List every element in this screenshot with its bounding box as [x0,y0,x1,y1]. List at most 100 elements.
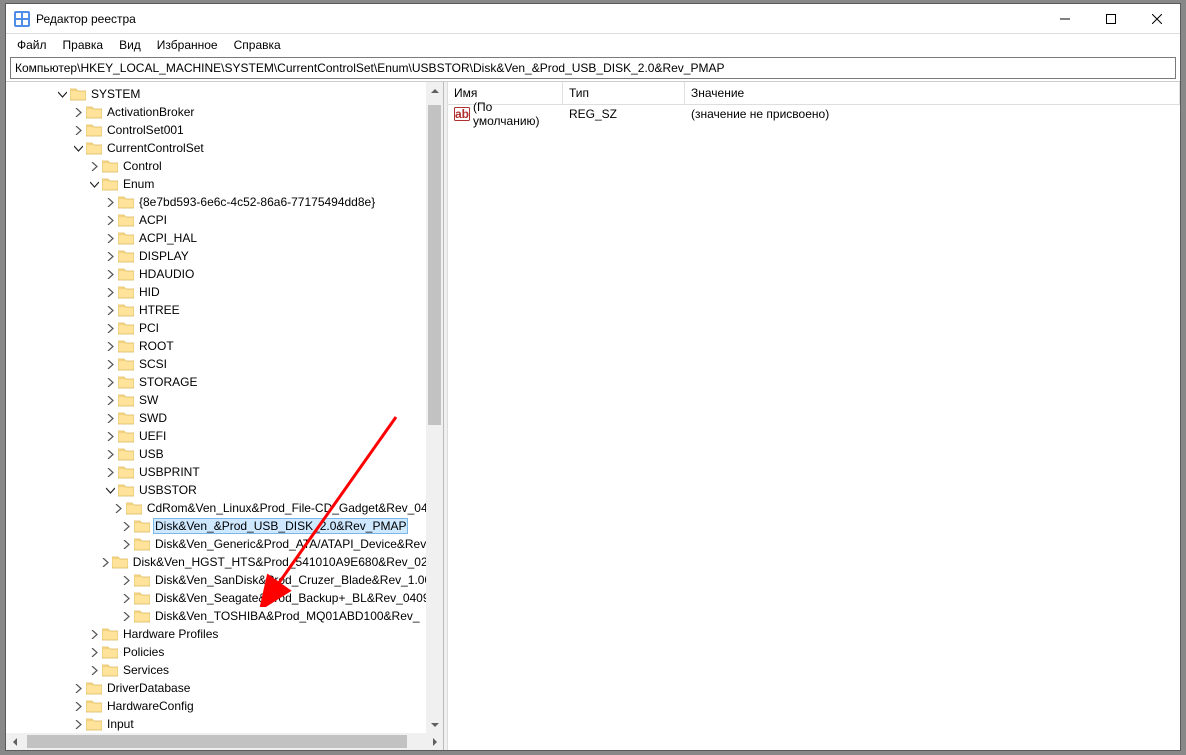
tree-node[interactable]: DISPLAY [6,247,443,265]
tree-vscrollbar[interactable] [426,82,443,733]
tree-node[interactable]: {8e7bd593-6e6c-4c52-86a6-77175494dd8e} [6,193,443,211]
tree-node[interactable]: Disk&Ven_Seagate&Prod_Backup+_BL&Rev_040… [6,589,443,607]
tree-node[interactable]: Hardware Profiles [6,625,443,643]
tree-node[interactable]: SWD [6,409,443,427]
tree-hscrollbar[interactable] [6,733,443,750]
scroll-left-button[interactable] [6,733,23,750]
tree-node[interactable]: ACPI_HAL [6,229,443,247]
expand-icon[interactable] [86,644,102,660]
close-button[interactable] [1134,4,1180,34]
list-body[interactable]: (По умолчанию) REG_SZ (значение не присв… [448,105,1180,750]
expand-icon[interactable] [102,428,118,444]
expand-icon[interactable] [86,662,102,678]
tree-node[interactable]: HardwareConfig [6,697,443,715]
expand-icon[interactable] [118,518,134,534]
scroll-up-button[interactable] [426,82,443,99]
tree-node[interactable]: UEFI [6,427,443,445]
expand-icon[interactable] [99,554,112,570]
list-row[interactable]: (По умолчанию) REG_SZ (значение не присв… [448,105,1180,123]
expand-icon[interactable] [102,212,118,228]
tree-node[interactable]: HID [6,283,443,301]
menu-help[interactable]: Справка [227,36,288,54]
vscroll-thumb[interactable] [428,105,441,425]
tree-node[interactable]: SW [6,391,443,409]
tree-label: Input [105,716,136,732]
expand-icon[interactable] [70,122,86,138]
expand-icon[interactable] [70,716,86,732]
expand-icon[interactable] [102,320,118,336]
expand-icon[interactable] [102,194,118,210]
expand-icon[interactable] [118,536,134,552]
expand-icon[interactable] [102,338,118,354]
tree-usbstor[interactable]: USBSTOR [6,481,443,499]
expand-icon[interactable] [102,464,118,480]
maximize-button[interactable] [1088,4,1134,34]
tree-node[interactable]: DriverDatabase [6,679,443,697]
scroll-down-button[interactable] [426,716,443,733]
hscroll-track[interactable] [23,733,426,750]
expand-icon[interactable] [102,410,118,426]
tree-node[interactable]: HTREE [6,301,443,319]
menu-favorites[interactable]: Избранное [150,36,225,54]
expand-icon[interactable] [118,590,134,606]
expand-icon[interactable] [118,572,134,588]
tree-system[interactable]: SYSTEM [6,85,443,103]
tree-label: {8e7bd593-6e6c-4c52-86a6-77175494dd8e} [137,194,377,210]
vscroll-track[interactable] [426,99,443,716]
tree-node[interactable]: PCI [6,319,443,337]
hscroll-thumb[interactable] [27,735,407,748]
expand-icon[interactable] [102,302,118,318]
column-value[interactable]: Значение [685,82,1180,104]
folder-icon [86,698,102,714]
menu-edit[interactable]: Правка [56,36,111,54]
expand-icon[interactable] [102,230,118,246]
expand-icon[interactable] [102,374,118,390]
tree-node[interactable]: Disk&Ven_Generic&Prod_ATA/ATAPI_Device&R… [6,535,443,553]
expand-icon[interactable] [118,608,134,624]
tree-node[interactable]: STORAGE [6,373,443,391]
column-type[interactable]: Тип [563,82,685,104]
expand-icon[interactable] [86,626,102,642]
expand-icon[interactable] [111,500,126,516]
collapse-icon[interactable] [86,176,102,192]
tree-selected[interactable]: Disk&Ven_&Prod_USB_DISK_2.0&Rev_PMAP [6,517,443,535]
tree-node[interactable]: ROOT [6,337,443,355]
expand-icon[interactable] [102,446,118,462]
tree-node[interactable]: Control [6,157,443,175]
tree-node[interactable]: HDAUDIO [6,265,443,283]
tree-node[interactable]: Disk&Ven_TOSHIBA&Prod_MQ01ABD100&Rev_ [6,607,443,625]
expand-icon[interactable] [102,284,118,300]
expand-icon[interactable] [86,158,102,174]
menu-view[interactable]: Вид [112,36,148,54]
tree-node[interactable]: SCSI [6,355,443,373]
tree-node[interactable]: Policies [6,643,443,661]
tree-node[interactable]: Services [6,661,443,679]
expand-icon[interactable] [102,392,118,408]
collapse-icon[interactable] [102,482,118,498]
tree-node[interactable]: CdRom&Ven_Linux&Prod_File-CD_Gadget&Rev_… [6,499,443,517]
tree-node[interactable]: ControlSet001 [6,121,443,139]
tree-node[interactable]: Disk&Ven_HGST_HTS&Prod_541010A9E680&Rev_… [6,553,443,571]
tree-node[interactable]: Input [6,715,443,733]
collapse-icon[interactable] [54,86,70,102]
expand-icon[interactable] [102,356,118,372]
address-bar[interactable]: Компьютер\HKEY_LOCAL_MACHINE\SYSTEM\Curr… [10,57,1176,79]
menu-file[interactable]: Файл [10,36,54,54]
tree-node[interactable]: ActivationBroker [6,103,443,121]
folder-icon [86,680,102,696]
tree-node[interactable]: USB [6,445,443,463]
collapse-icon[interactable] [70,140,86,156]
expand-icon[interactable] [70,680,86,696]
tree-node[interactable]: Disk&Ven_SanDisk&Prod_Cruzer_Blade&Rev_1… [6,571,443,589]
minimize-button[interactable] [1042,4,1088,34]
scroll-right-button[interactable] [426,733,443,750]
expand-icon[interactable] [102,248,118,264]
expand-icon[interactable] [70,104,86,120]
tree-node[interactable]: USBPRINT [6,463,443,481]
expand-icon[interactable] [102,266,118,282]
tree-enum[interactable]: Enum [6,175,443,193]
tree-node[interactable]: ACPI [6,211,443,229]
registry-tree[interactable]: SYSTEMActivationBrokerControlSet001Curre… [6,82,443,736]
expand-icon[interactable] [70,698,86,714]
tree-currentcontrolset[interactable]: CurrentControlSet [6,139,443,157]
